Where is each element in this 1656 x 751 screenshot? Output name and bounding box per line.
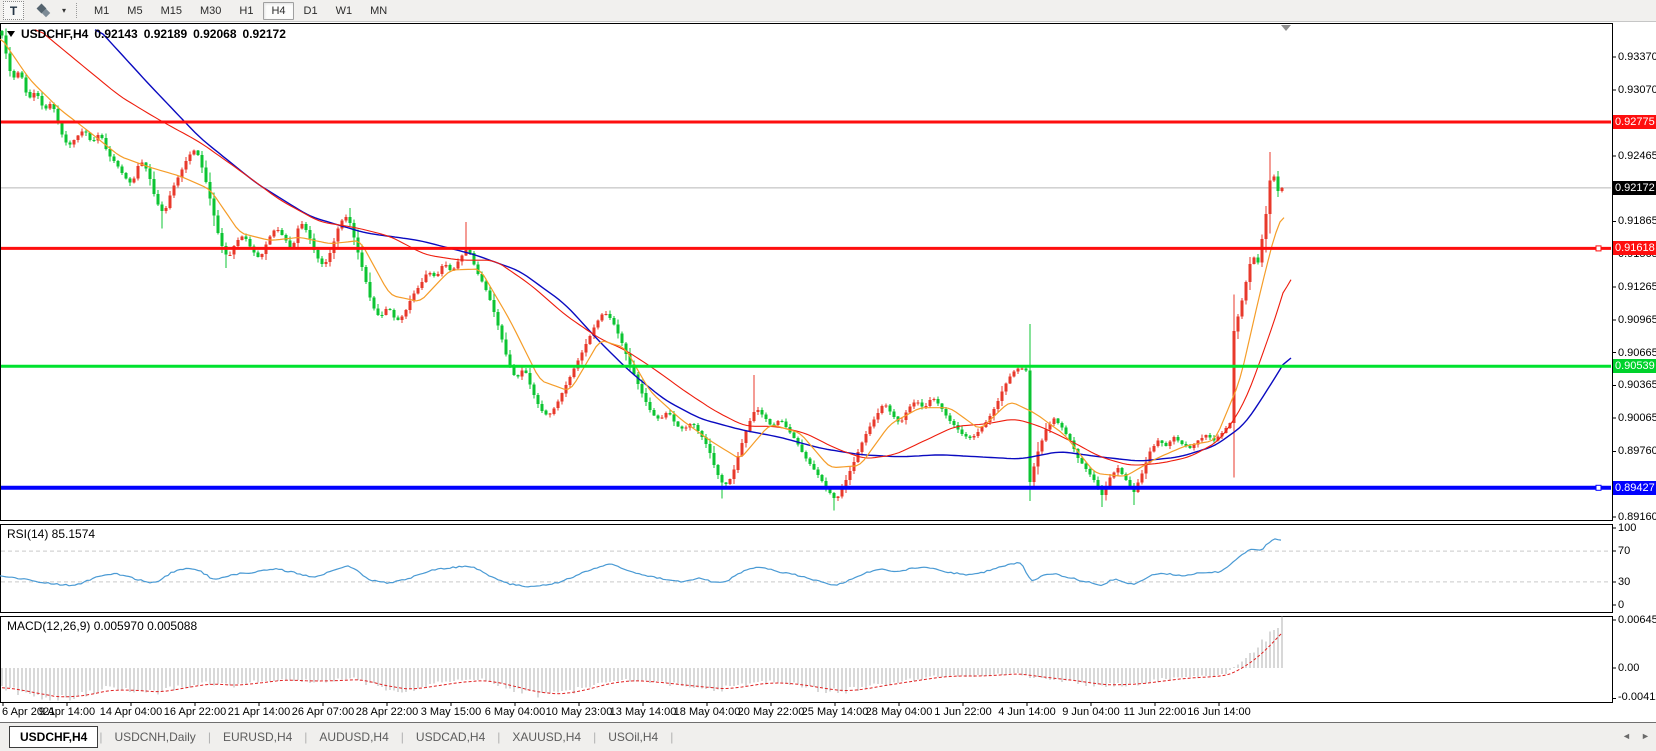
timeframe-button-d1[interactable]: D1 xyxy=(296,2,326,20)
price-badge: 0.92172 xyxy=(1613,181,1656,195)
tab-separator: | xyxy=(593,730,596,744)
tab-separator: | xyxy=(401,730,404,744)
price-badge: 0.92775 xyxy=(1613,115,1656,129)
tab-usdchf-h4[interactable]: USDCHF,H4 xyxy=(9,726,98,748)
price-badge: 0.89427 xyxy=(1613,481,1656,495)
tab-audusd-h4[interactable]: AUDUSD,H4 xyxy=(308,726,399,748)
symbol-tab-bar: USDCHF,H4|USDCNH,Daily|EURUSD,H4|AUDUSD,… xyxy=(0,722,1656,751)
draw-objects-button[interactable] xyxy=(30,2,60,20)
timeframe-button-h1[interactable]: H1 xyxy=(231,2,261,20)
tab-separator: | xyxy=(304,730,307,744)
timeframe-button-m30[interactable]: M30 xyxy=(192,2,229,20)
tab-xauusd-h4[interactable]: XAUUSD,H4 xyxy=(501,726,592,748)
main-chart-area[interactable] xyxy=(0,23,1613,520)
tab-usoil-h4[interactable]: USOil,H4 xyxy=(597,726,669,748)
timeframe-toolbar: M1M5M15M30H1H4D1W1MN xyxy=(86,2,395,20)
tab-eurusd-h4[interactable]: EURUSD,H4 xyxy=(212,726,303,748)
toolbar: T ▾ M1M5M15M30H1H4D1W1MN xyxy=(0,0,1656,22)
tab-scroll-left-icon[interactable]: ◄ xyxy=(1622,731,1631,741)
timeframe-button-w1[interactable]: W1 xyxy=(328,2,361,20)
timeframe-button-m5[interactable]: M5 xyxy=(119,2,150,20)
time-axis[interactable] xyxy=(0,703,1613,721)
rsi-label: RSI(14) 85.1574 xyxy=(7,527,95,541)
timeframe-button-m15[interactable]: M15 xyxy=(153,2,190,20)
symbol-tabs: USDCHF,H4|USDCNH,Daily|EURUSD,H4|AUDUSD,… xyxy=(9,726,673,748)
tab-separator: | xyxy=(670,730,673,744)
chevron-down-icon[interactable]: ▾ xyxy=(62,6,66,15)
text-tool-button[interactable]: T xyxy=(3,1,24,20)
tab-separator: | xyxy=(208,730,211,744)
tab-scroll-right-icon[interactable]: ► xyxy=(1641,731,1650,741)
macd-pane[interactable] xyxy=(0,616,1613,703)
tab-separator: | xyxy=(497,730,500,744)
tab-usdcad-h4[interactable]: USDCAD,H4 xyxy=(405,726,496,748)
macd-label: MACD(12,26,9) 0.005970 0.005088 xyxy=(7,619,197,633)
price-badge: 0.91618 xyxy=(1613,241,1656,255)
timeframe-button-m1[interactable]: M1 xyxy=(86,2,117,20)
timeframe-button-mn[interactable]: MN xyxy=(362,2,395,20)
tab-separator: | xyxy=(99,730,102,744)
price-badge: 0.90539 xyxy=(1613,359,1656,373)
toolbar-grip xyxy=(76,3,78,18)
tab-usdcnh-daily[interactable]: USDCNH,Daily xyxy=(103,726,206,748)
mt4-terminal: T ▾ M1M5M15M30H1H4D1W1MN USDCHF,H4 0.921… xyxy=(0,0,1656,751)
rsi-pane[interactable] xyxy=(0,524,1613,613)
timeframe-button-h4[interactable]: H4 xyxy=(263,2,293,20)
